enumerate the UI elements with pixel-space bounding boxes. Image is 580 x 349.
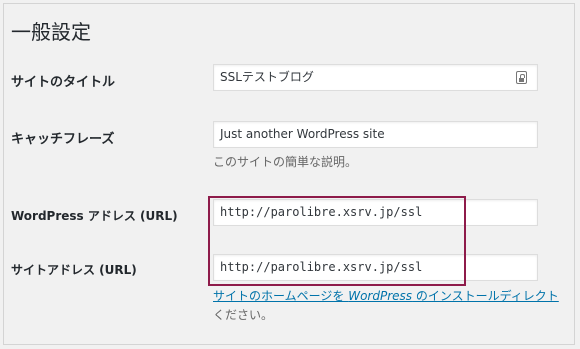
tagline-value: Just another WordPress site	[220, 127, 385, 141]
tagline-input[interactable]: Just another WordPress site	[213, 121, 538, 148]
help-link-suffix: のインストールディレクト	[412, 289, 559, 303]
site-title-label: サイトのタイトル	[11, 75, 116, 90]
tagline-description: このサイトの簡単な説明。	[213, 155, 358, 169]
highlight-annotation	[208, 196, 466, 286]
site-address-help-line2: ください。	[213, 308, 274, 322]
wp-address-label: WordPress アドレス (URL)	[11, 209, 178, 223]
site-title-input[interactable]: SSLテストブログ	[213, 64, 538, 91]
help-link-prefix: サイトのホームページを	[213, 289, 349, 303]
page-title: 一般設定	[11, 20, 91, 44]
site-title-value: SSLテストブログ	[220, 70, 314, 84]
tagline-label: キャッチフレーズ	[11, 132, 115, 147]
help-link-wp: WordPress	[348, 289, 413, 303]
password-manager-icon[interactable]	[516, 71, 527, 84]
site-address-help-link[interactable]: サイトのホームページを WordPress のインストールディレクト	[213, 287, 559, 304]
site-address-label: サイトアドレス (URL)	[11, 263, 137, 277]
